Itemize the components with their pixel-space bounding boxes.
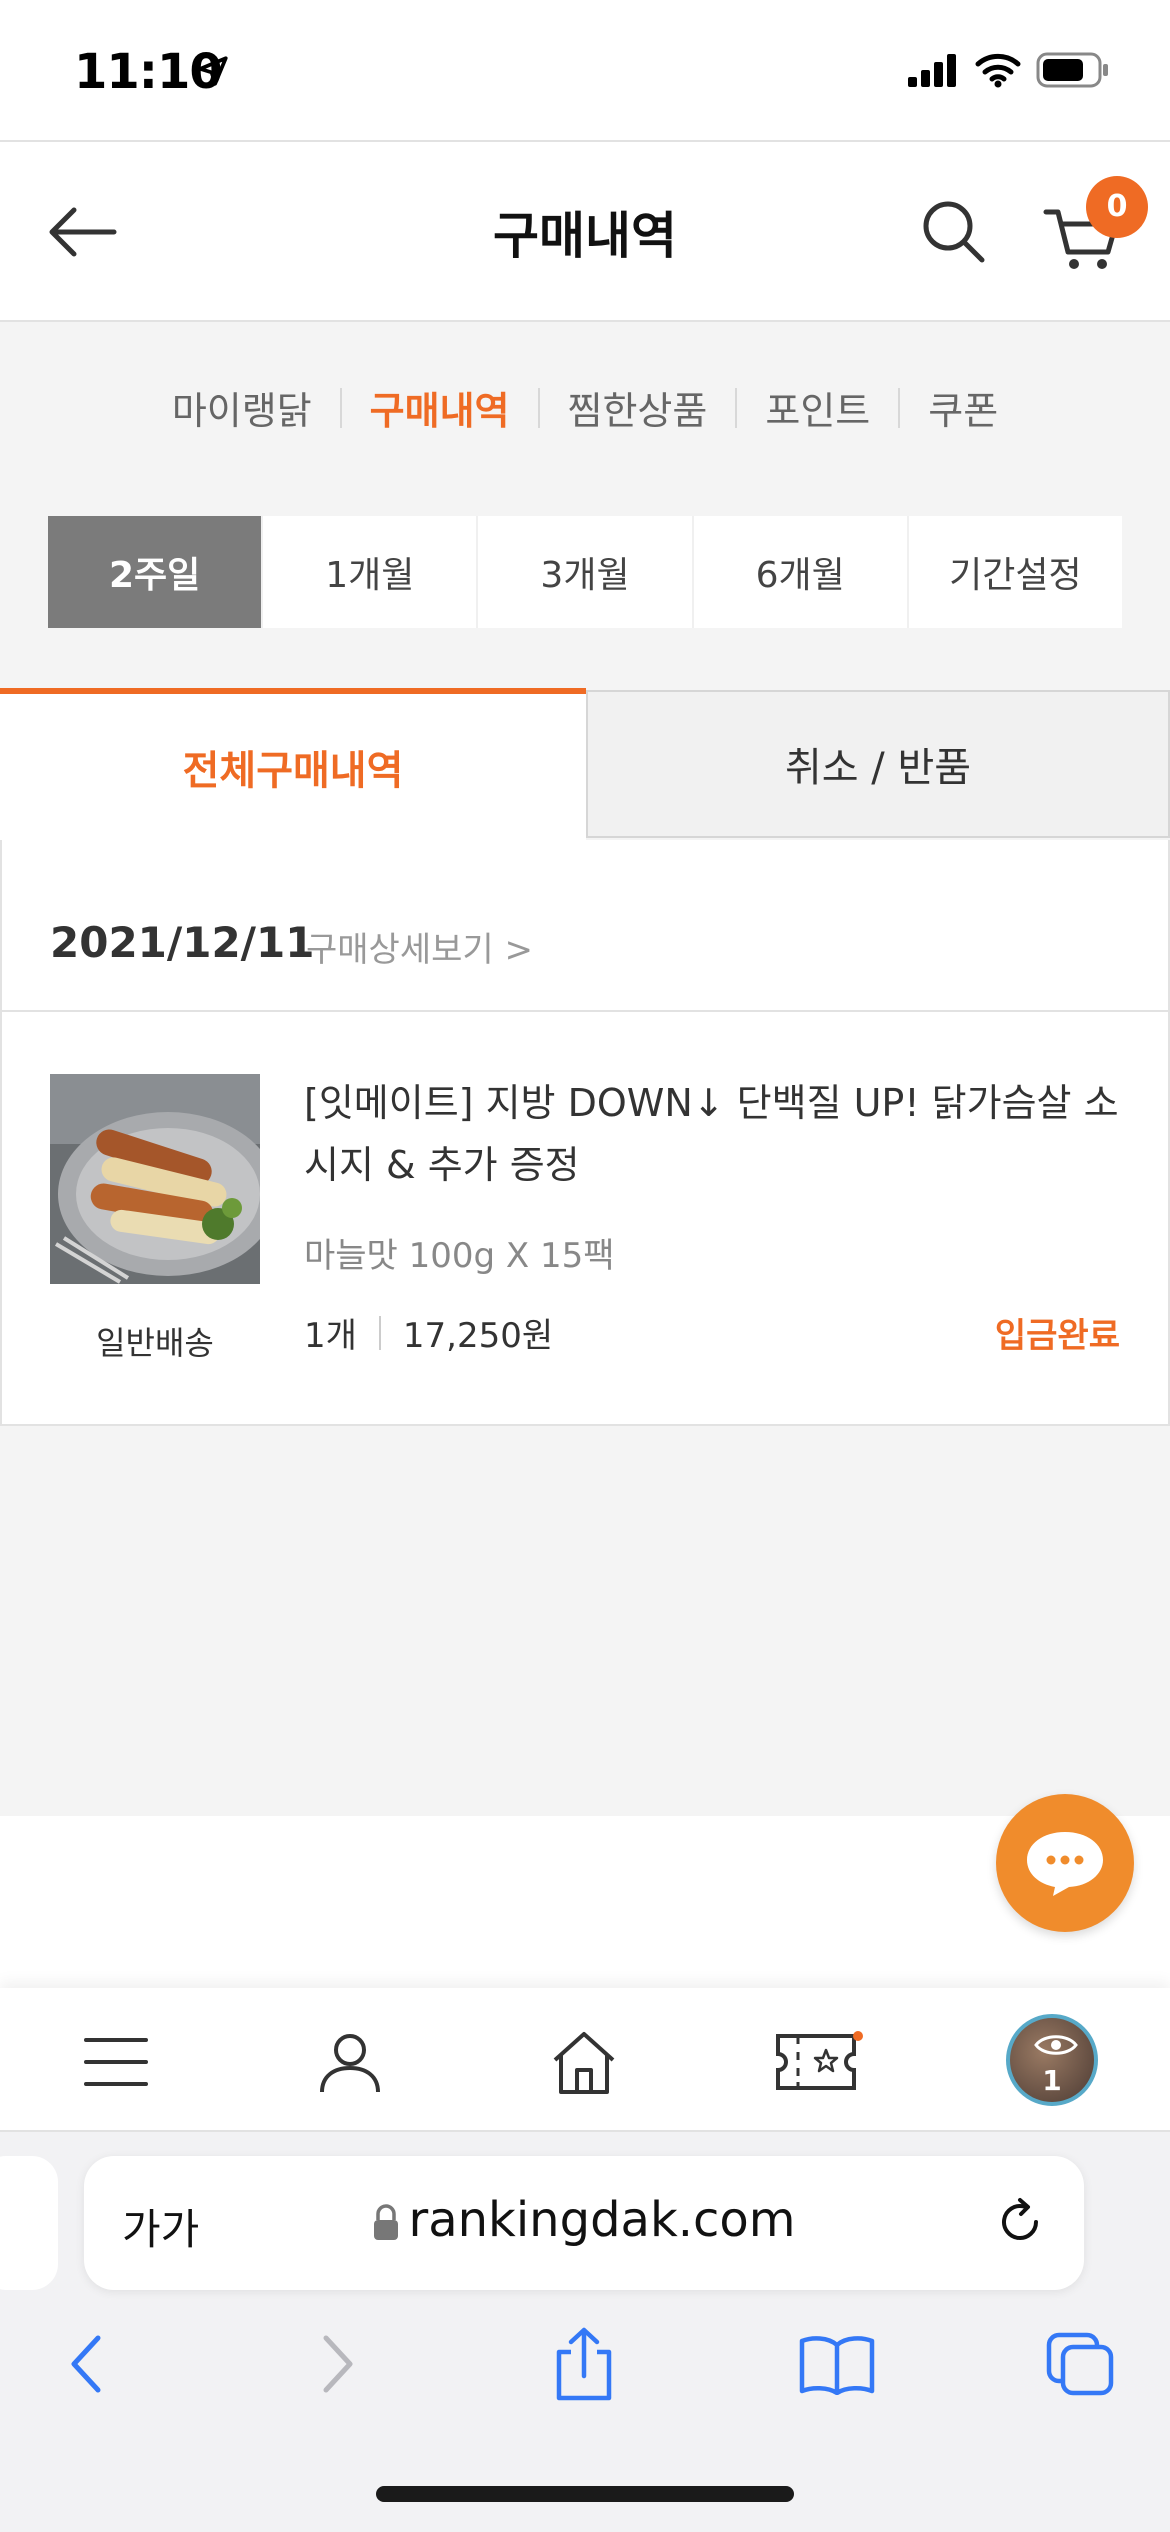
mypage-submenu: 마이랭닭 구매내역 찜한상품 포인트 쿠폰 bbox=[0, 380, 1170, 435]
meta-divider bbox=[378, 1315, 381, 1350]
order-status: 입금완료 bbox=[994, 1316, 1120, 1356]
submenu-points[interactable]: 포인트 bbox=[737, 380, 898, 435]
home-indicator bbox=[376, 2486, 794, 2502]
previous-tab-preview[interactable] bbox=[0, 2156, 58, 2290]
product-price: 17,250원 bbox=[402, 1316, 554, 1356]
search-icon[interactable] bbox=[918, 196, 990, 268]
nav-mypage[interactable] bbox=[310, 2022, 390, 2102]
bottom-nav: 1 bbox=[0, 1988, 1170, 2132]
tabs-button[interactable] bbox=[1040, 2324, 1120, 2404]
page-title: 구매내역 bbox=[493, 207, 677, 265]
product-meta: 1개 17,250원 bbox=[304, 1308, 553, 1357]
home-icon bbox=[553, 2032, 615, 2094]
submenu-purchase-history[interactable]: 구매내역 bbox=[342, 380, 538, 435]
product-quantity: 1개 bbox=[304, 1316, 357, 1356]
order-tabs: 전체구매내역 취소 / 반품 bbox=[0, 688, 1170, 840]
chevron-right-icon bbox=[323, 2335, 353, 2393]
menu-icon bbox=[84, 2038, 148, 2086]
recent-viewed-count: 1 bbox=[1042, 2064, 1062, 2097]
battery-icon bbox=[1036, 52, 1108, 88]
sausage-plate-image bbox=[50, 1074, 260, 1284]
order-card: 2021/12/11 구매상세보기 > 일반배송 [잇메이트] 지방 DOWN↓… bbox=[0, 840, 1170, 1426]
status-bar: 11:10 bbox=[0, 0, 1170, 140]
share-icon bbox=[556, 2327, 612, 2401]
period-filter: 2주일 1개월 3개월 6개월 기간설정 bbox=[48, 516, 1123, 628]
location-arrow-icon bbox=[198, 56, 228, 86]
period-custom[interactable]: 기간설정 bbox=[908, 516, 1123, 628]
product-name[interactable]: [잇메이트] 지방 DOWN↓ 단백질 UP! 닭가슴살 소시지 & 추가 증정 bbox=[304, 1072, 1124, 1196]
chat-bubble-icon bbox=[1027, 1832, 1103, 1896]
divider bbox=[2, 1010, 1168, 1012]
reload-icon[interactable] bbox=[994, 2196, 1046, 2248]
period-1month[interactable]: 1개월 bbox=[263, 516, 479, 628]
url-display[interactable]: rankingdak.com bbox=[84, 2192, 1084, 2248]
chevron-left-icon bbox=[71, 2335, 101, 2393]
nav-coupon[interactable] bbox=[774, 2022, 864, 2102]
bookmarks-button[interactable] bbox=[792, 2324, 882, 2404]
share-button[interactable] bbox=[544, 2324, 624, 2404]
address-bar[interactable]: 가가 rankingdak.com bbox=[84, 2156, 1084, 2290]
tab-cancel-return[interactable]: 취소 / 반품 bbox=[586, 690, 1170, 838]
footer-area bbox=[0, 1816, 1170, 1988]
submenu-wishlist[interactable]: 찜한상품 bbox=[540, 380, 736, 435]
period-6months[interactable]: 6개월 bbox=[693, 516, 909, 628]
tabs-icon bbox=[1046, 2332, 1114, 2396]
browser-back-button[interactable] bbox=[46, 2324, 126, 2404]
period-3months[interactable]: 3개월 bbox=[478, 516, 694, 628]
lock-icon bbox=[374, 2204, 399, 2240]
book-icon bbox=[799, 2336, 875, 2395]
product-option: 마늘맛 100g X 15팩 bbox=[304, 1236, 615, 1276]
nav-home[interactable] bbox=[544, 2022, 624, 2102]
submenu-myrankingdak[interactable]: 마이랭닭 bbox=[144, 380, 340, 435]
eye-icon bbox=[1034, 2035, 1078, 2055]
url-text: rankingdak.com bbox=[408, 2192, 796, 2248]
wifi-icon bbox=[975, 53, 1021, 88]
chat-button[interactable] bbox=[996, 1794, 1134, 1932]
app-header: 구매내역 0 bbox=[0, 140, 1170, 322]
period-2weeks[interactable]: 2주일 bbox=[48, 516, 264, 628]
submenu-coupons[interactable]: 쿠폰 bbox=[900, 380, 1026, 435]
browser-forward-button[interactable] bbox=[298, 2324, 378, 2404]
product-image[interactable] bbox=[50, 1074, 260, 1284]
order-detail-link[interactable]: 구매상세보기 > bbox=[306, 922, 533, 971]
user-icon bbox=[320, 2034, 380, 2093]
status-indicators bbox=[908, 52, 1110, 88]
cellular-signal-icon bbox=[908, 54, 956, 87]
coupon-icon bbox=[776, 2031, 863, 2090]
tab-all-purchases[interactable]: 전체구매내역 bbox=[0, 688, 586, 840]
recent-viewed-button[interactable]: 1 bbox=[1006, 2014, 1098, 2106]
cart-count-badge: 0 bbox=[1086, 176, 1148, 238]
order-date: 2021/12/11 bbox=[50, 918, 315, 967]
nav-menu[interactable] bbox=[76, 2022, 156, 2102]
browser-toolbar: 가가 rankingdak.com bbox=[0, 2132, 1170, 2532]
shipping-type: 일반배송 bbox=[96, 1324, 214, 1362]
